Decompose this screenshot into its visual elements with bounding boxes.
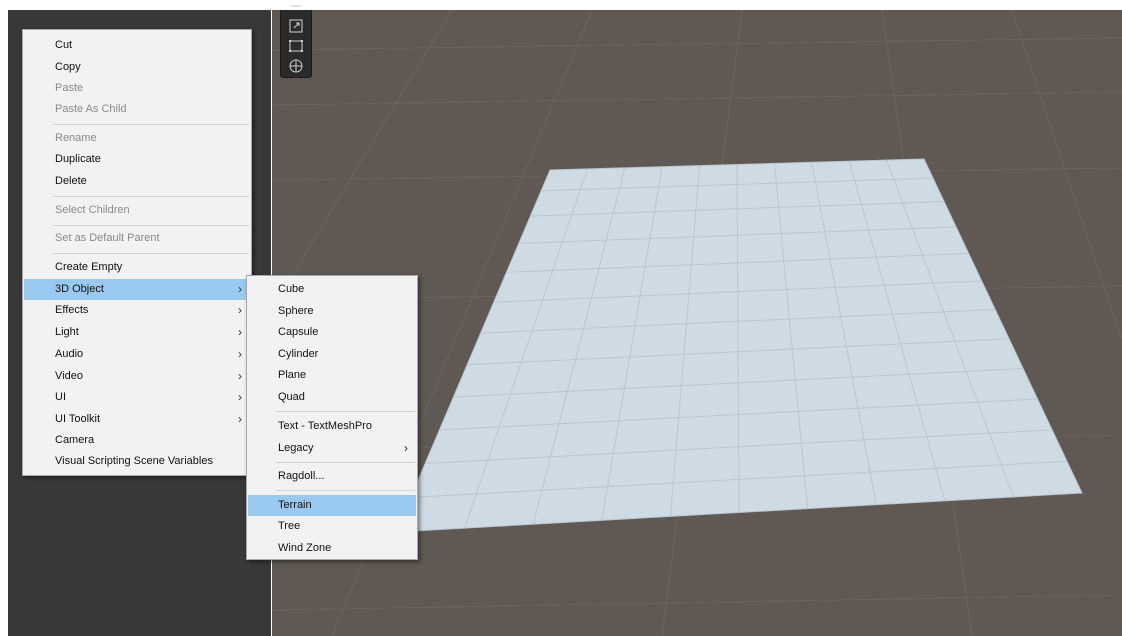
submenu-item-text-textmeshpro[interactable]: Text - TextMeshPro	[248, 416, 416, 437]
chevron-right-icon: ›	[238, 282, 242, 296]
submenu-item-cube[interactable]: Cube	[248, 279, 416, 300]
menu-separator	[276, 411, 415, 412]
chevron-right-icon: ›	[238, 347, 242, 361]
menu-item-cut[interactable]: Cut	[24, 35, 250, 56]
submenu-item-quad[interactable]: Quad	[248, 387, 416, 408]
submenu-item-terrain[interactable]: Terrain	[248, 495, 416, 516]
rect-tool-icon[interactable]	[287, 38, 305, 54]
chevron-right-icon: ›	[238, 325, 242, 339]
menu-item-copy[interactable]: Copy	[24, 57, 250, 78]
menu-separator	[53, 124, 249, 125]
menu-item-ui[interactable]: UI ›	[24, 387, 250, 408]
menu-item-light[interactable]: Light ›	[24, 322, 250, 343]
scene-tool-strip	[280, 5, 312, 78]
scale-icon[interactable]	[287, 18, 305, 34]
submenu-item-ragdoll[interactable]: Ragdoll...	[248, 466, 416, 487]
chevron-right-icon: ›	[238, 412, 242, 426]
submenu-item-cylinder[interactable]: Cylinder	[248, 344, 416, 365]
menu-item-paste-as-child: Paste As Child	[55, 103, 127, 115]
chevron-right-icon: ›	[238, 303, 242, 317]
menu-item-delete[interactable]: Delete	[24, 171, 250, 192]
menu-item-create-empty[interactable]: Create Empty	[24, 257, 250, 278]
menu-separator	[276, 490, 415, 491]
submenu-item-legacy[interactable]: Legacy ›	[248, 438, 416, 459]
chevron-right-icon: ›	[238, 390, 242, 404]
submenu-item-plane[interactable]: Plane	[248, 365, 416, 386]
menu-item-rename: Rename	[55, 132, 97, 144]
menu-item-select-children: Select Children	[55, 204, 130, 216]
menu-separator	[276, 462, 415, 463]
menu-item-set-default-parent: Set as Default Parent	[55, 232, 160, 244]
menu-item-ui-toolkit[interactable]: UI Toolkit ›	[24, 409, 250, 430]
hierarchy-context-menu: Cut Copy Paste Paste As Child Rename Dup…	[22, 29, 252, 476]
chevron-right-icon: ›	[404, 441, 408, 455]
submenu-item-sphere[interactable]: Sphere	[248, 301, 416, 322]
menu-separator	[53, 225, 249, 226]
menu-separator	[53, 253, 249, 254]
menu-item-effects[interactable]: Effects ›	[24, 300, 250, 321]
3d-object-submenu: Cube Sphere Capsule Cylinder Plane Quad …	[246, 275, 418, 560]
menu-separator	[53, 196, 249, 197]
chevron-right-icon: ›	[238, 369, 242, 383]
submenu-item-wind-zone[interactable]: Wind Zone	[248, 538, 416, 559]
menu-item-3d-object[interactable]: 3D Object ›	[24, 279, 250, 300]
submenu-item-tree[interactable]: Tree	[248, 516, 416, 537]
editor-window: Cut Copy Paste Paste As Child Rename Dup…	[0, 0, 1122, 636]
menu-item-visual-scripting-scene-variables[interactable]: Visual Scripting Scene Variables	[24, 451, 250, 472]
menu-item-duplicate[interactable]: Duplicate	[24, 149, 250, 170]
menu-item-camera[interactable]: Camera	[24, 430, 250, 451]
menu-item-video[interactable]: Video ›	[24, 366, 250, 387]
submenu-item-capsule[interactable]: Capsule	[248, 322, 416, 343]
menu-item-paste: Paste	[55, 82, 84, 94]
transform-icon[interactable]	[287, 58, 305, 74]
menu-item-audio[interactable]: Audio ›	[24, 344, 250, 365]
